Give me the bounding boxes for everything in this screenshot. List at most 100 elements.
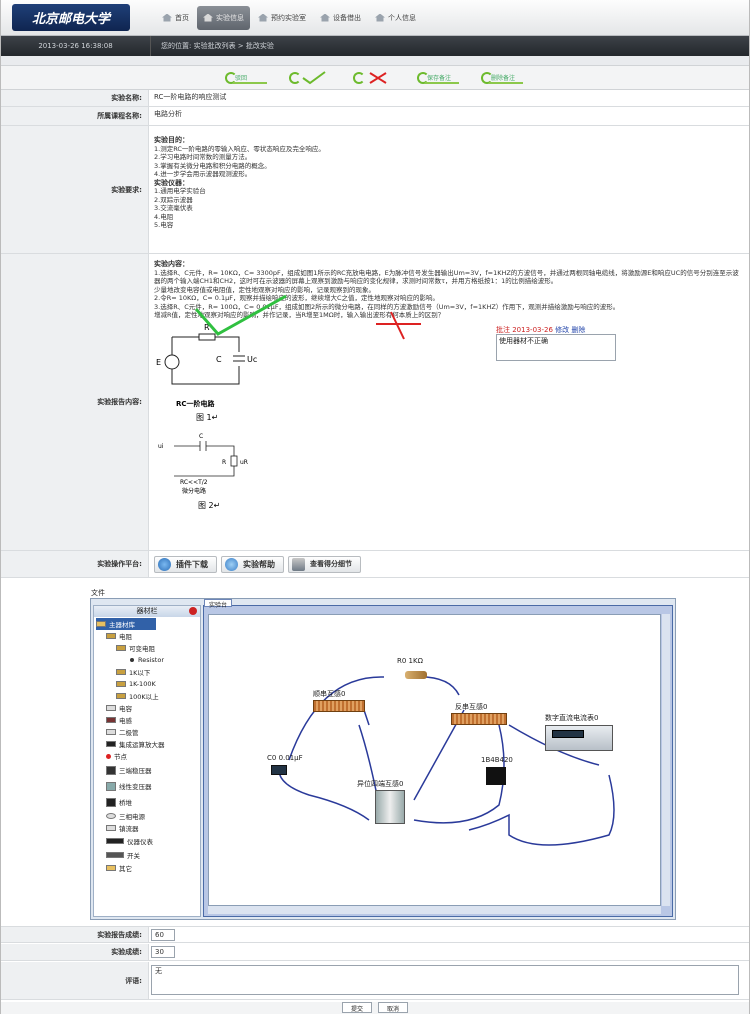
mutual-inductor-series[interactable]: [313, 700, 365, 712]
tree-item[interactable]: 其它: [96, 862, 198, 874]
header: 北京邮电大学 首页 实验信息 预约实验室 设备借出 个人信息: [1, 0, 749, 36]
check-mark-button[interactable]: [289, 70, 333, 85]
tree-label: 桥堆: [119, 799, 132, 807]
nav-home[interactable]: 首页: [156, 7, 195, 29]
spacer: [1, 56, 749, 66]
tree-item[interactable]: 仪器仪表: [96, 834, 198, 848]
device-item: 3.交流毫伏表: [154, 204, 193, 212]
tree-label: 三端稳压器: [119, 767, 152, 775]
plugin-download-button[interactable]: 插件下载: [154, 555, 217, 573]
btn-label: 查看得分细节: [310, 559, 352, 568]
file-menu[interactable]: 文件: [91, 588, 105, 598]
tree-item[interactable]: 桥堆: [96, 794, 198, 810]
resistor-r0[interactable]: [405, 671, 427, 679]
label-ammeter: 数字直流电流表0: [545, 714, 599, 722]
tree-item[interactable]: 开关: [96, 848, 198, 862]
tree-label: 开关: [127, 852, 140, 860]
tree-item[interactable]: 主器材库: [96, 618, 156, 630]
note-textarea[interactable]: 使用器材不正确: [496, 334, 616, 361]
tree-item[interactable]: 电感: [96, 714, 198, 726]
course-value: 电路分析: [154, 110, 182, 118]
fig1-label-c: C: [216, 355, 222, 364]
report-score-cell: 60: [149, 927, 749, 942]
tree-label: 1K-100K: [129, 680, 156, 688]
underline: [233, 81, 267, 84]
cross-mark-button[interactable]: [353, 71, 397, 85]
home-icon: [162, 13, 172, 22]
exp-score-cell: 30: [149, 944, 749, 960]
delete-note-button[interactable]: 删除备注: [481, 71, 525, 85]
reject-button[interactable]: 驳回: [225, 71, 269, 85]
diode-icon: [106, 729, 116, 735]
tree-item[interactable]: 线性变压器: [96, 778, 198, 794]
row-platform: 实验操作平台: 插件下载 实验帮助 查看得分细节: [1, 551, 749, 578]
component-tree: 主器材库 电阻 可变电阻 Resistor 1K以下 1K-100K 100K以…: [94, 617, 200, 875]
fig1-caption: 图 1↵: [196, 413, 218, 422]
tree-item[interactable]: 集成运算放大器: [96, 738, 198, 750]
nav-experiment-info[interactable]: 实验信息: [197, 5, 250, 30]
score-detail-button[interactable]: 查看得分细节: [288, 555, 361, 573]
fig2-label-r: R: [222, 459, 226, 466]
close-icon[interactable]: [189, 607, 197, 615]
nav-reserve-lab[interactable]: 预约实验室: [252, 7, 312, 29]
tree-item[interactable]: 节点: [96, 750, 198, 762]
save-note-button[interactable]: 保存备注: [417, 71, 461, 85]
exp-score-input[interactable]: 30: [151, 946, 175, 958]
exp-score-label: 实验成绩:: [1, 944, 149, 960]
tree-label: 三相电源: [119, 813, 145, 821]
vertical-scrollbar[interactable]: [662, 614, 670, 906]
workbench-canvas[interactable]: 实验台 R0 1KΩ 顺串互感0 反串互感0 数字直流电流表0 C0 0.01μ…: [203, 599, 673, 917]
tree-item[interactable]: 二极管: [96, 726, 198, 738]
mutual-inductor-reverse[interactable]: [451, 713, 507, 725]
device-item: 1.通用电学实验台: [154, 187, 206, 195]
tree-label: 仪器仪表: [127, 838, 153, 846]
experiment-help-button[interactable]: 实验帮助: [221, 555, 284, 573]
comment-label: 评语:: [1, 962, 149, 999]
university-logo[interactable]: 北京邮电大学: [12, 4, 130, 31]
horizontal-scrollbar[interactable]: [208, 906, 661, 914]
status-bar: 2013-03-26 16:38:08 您的位置: 实验批改列表 > 批改实验: [1, 36, 749, 56]
label-reverse-inductor: 反串互感0: [455, 703, 488, 711]
opamp-icon: [106, 741, 116, 747]
dc-ammeter[interactable]: [545, 725, 613, 751]
tree-item[interactable]: 电阻: [96, 630, 198, 642]
tree-label: 线性变压器: [119, 783, 152, 791]
cancel-button[interactable]: 取消: [378, 1002, 409, 1013]
content-line: 1.选择R、C元件，R= 10KΩ，C= 3300pF，组成如图1所示的RC充放…: [154, 268, 739, 286]
goal-item: 1.测定RC一阶电路的零输入响应、零状态响应及完全响应。: [154, 144, 325, 153]
capacitor-c0[interactable]: [271, 765, 287, 775]
note-edit-delete-links[interactable]: 修改 删除: [555, 326, 585, 334]
label-r0: R0 1KΩ: [397, 657, 423, 665]
tree-label: 二极管: [119, 729, 139, 737]
home-icon: [320, 13, 330, 22]
score-detail-icon: [292, 557, 305, 571]
report-score-input[interactable]: 60: [151, 929, 175, 941]
folder-icon: [106, 865, 116, 871]
tab-workbench[interactable]: 实验台: [204, 599, 233, 609]
tree-item[interactable]: 三端稳压器: [96, 762, 198, 778]
tree-item[interactable]: 三相电源: [96, 810, 198, 822]
tree-item[interactable]: 电容: [96, 702, 198, 714]
tree-item[interactable]: 1K-100K: [96, 678, 198, 690]
row-exp-score: 实验成绩: 30: [1, 944, 749, 961]
tree-item[interactable]: 100K以上: [96, 690, 198, 702]
tree-item[interactable]: Resistor: [96, 654, 198, 666]
fig1-label-e: E: [156, 358, 161, 367]
inductor-icon: [106, 717, 116, 723]
nav-equipment-loan[interactable]: 设备借出: [314, 7, 367, 29]
tree-item[interactable]: 1K以下: [96, 666, 198, 678]
four-terminal-inductor[interactable]: [375, 790, 405, 824]
circuit-area[interactable]: R0 1KΩ 顺串互感0 反串互感0 数字直流电流表0 C0 0.01μF 异位…: [208, 614, 661, 906]
nav-personal-info[interactable]: 个人信息: [369, 7, 422, 29]
tree-item[interactable]: 镇流器: [96, 822, 198, 834]
row-report-content: 实验报告内容: 实验内容： 1.选择R、C元件，R= 10KΩ，C= 3300p…: [1, 254, 749, 551]
bridge-rectifier[interactable]: [486, 767, 506, 785]
tree-item[interactable]: 可变电阻: [96, 642, 198, 654]
content-title: 实验内容：: [154, 260, 189, 268]
tree-label: 集成运算放大器: [119, 741, 165, 749]
form-actions: 提交 取消: [1, 1002, 749, 1014]
submit-button[interactable]: 提交: [341, 1002, 372, 1013]
fig2-sub2: 微分电路: [182, 487, 206, 495]
comment-textarea[interactable]: 无: [151, 965, 739, 995]
platform-buttons: 插件下载 实验帮助 查看得分细节: [149, 551, 749, 577]
